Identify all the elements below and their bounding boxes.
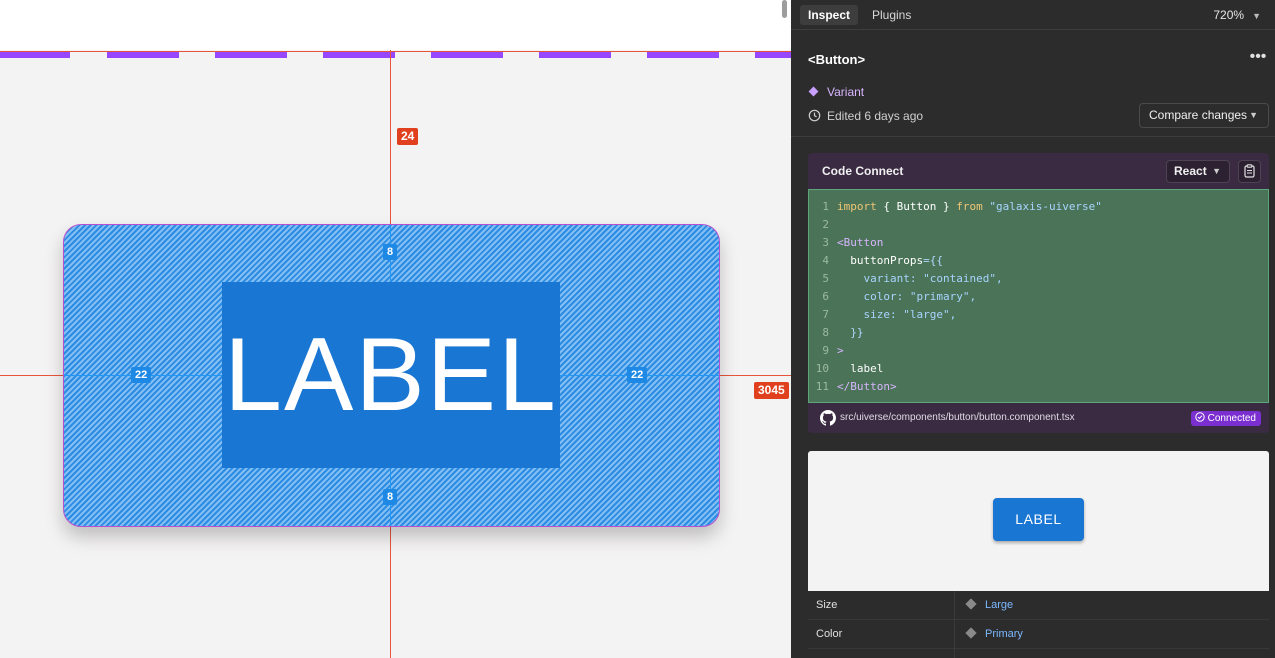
- code-connect-card: Code Connect React ▼ 1 import { Button } …: [808, 153, 1269, 433]
- clipboard-icon: [1244, 164, 1255, 178]
- code-line: 11 </Button>: [815, 380, 897, 393]
- property-value: Large: [985, 599, 1014, 611]
- zoom-level: 720%: [1213, 8, 1245, 22]
- chevron-down-icon: ▼: [1212, 166, 1221, 176]
- frame-boundary-dash: [107, 52, 179, 58]
- more-options-icon[interactable]: •••: [1247, 49, 1269, 68]
- code-line: 9 >: [822, 344, 844, 357]
- canvas-top-area: [0, 0, 791, 50]
- file-path-link[interactable]: src/uiverse/components/button/button.com…: [840, 412, 1075, 423]
- inspect-panel: Inspect Plugins 720% ▼ <Button> ••• Varia…: [791, 0, 1275, 658]
- divider: [954, 620, 955, 649]
- padding-badge-top: 8: [383, 244, 398, 260]
- panel-header: Inspect Plugins 720% ▼: [791, 0, 1275, 30]
- tab-inspect[interactable]: Inspect: [800, 5, 859, 25]
- code-line: 3 <Button: [822, 236, 884, 249]
- code-line: 7 size: "large",: [822, 308, 957, 321]
- frame-boundary-dash: [215, 52, 287, 58]
- canvas-scrollbar[interactable]: [782, 0, 787, 18]
- frame-boundary-dash: [539, 52, 611, 58]
- property-name: Color: [816, 628, 843, 640]
- framework-label: React: [1174, 164, 1207, 178]
- code-line: 2: [822, 218, 829, 231]
- measure-badge-right: 3045: [754, 382, 789, 399]
- code-line: 10 label: [815, 362, 884, 375]
- github-icon: [820, 410, 836, 426]
- code-snippet[interactable]: 1 import { Button } from "galaxis-uiverse…: [808, 189, 1269, 403]
- compare-changes-label: Compare changes: [1149, 108, 1248, 122]
- code-line: 6 color: "primary",: [822, 290, 977, 303]
- chevron-down-icon: ▼: [1249, 110, 1258, 120]
- divider: [954, 649, 955, 658]
- property-value-link[interactable]: Large: [965, 598, 1014, 611]
- history-icon: [808, 109, 821, 122]
- component-preview: LABEL: [808, 451, 1269, 591]
- edited-info: Edited 6 days ago: [808, 109, 923, 123]
- variant-link[interactable]: Variant: [808, 85, 865, 99]
- variant-diamond-icon: [965, 627, 977, 639]
- zoom-dropdown[interactable]: 720% ▼: [1213, 5, 1261, 26]
- variant-diamond-icon: [965, 598, 977, 610]
- frame-boundary-dash: [0, 52, 70, 58]
- property-row: [808, 649, 1269, 658]
- property-value-link[interactable]: Primary: [965, 627, 1023, 640]
- code-line: 1 import { Button } from "galaxis-uiverse…: [822, 200, 1102, 213]
- padding-badge-left: 22: [131, 367, 152, 383]
- property-name: Size: [816, 599, 838, 611]
- code-line: 8 }}: [822, 326, 864, 339]
- padding-badge-bottom: 8: [383, 489, 398, 505]
- frame-boundary-dash: [647, 52, 719, 58]
- frame-boundary-dash: [431, 52, 503, 58]
- divider: [791, 136, 1275, 137]
- compare-changes-button[interactable]: Compare changes ▼: [1139, 103, 1269, 128]
- code-line: 4 buttonProps={{: [822, 254, 943, 267]
- padding-badge-right: 22: [627, 367, 648, 383]
- design-canvas[interactable]: LABEL 24 3045 8 8 22 22: [0, 0, 791, 658]
- property-row-color: Color Primary: [808, 620, 1269, 649]
- code-connect-title: Code Connect: [822, 164, 904, 178]
- component-title: <Button>: [808, 52, 866, 67]
- property-row-size: Size Large: [808, 591, 1269, 620]
- property-value: Primary: [985, 628, 1023, 640]
- code-line: 5 variant: "contained",: [822, 272, 1003, 285]
- chevron-down-icon: ▼: [1252, 11, 1261, 21]
- variant-label: Variant: [827, 85, 865, 99]
- connected-label: Connected: [1207, 413, 1256, 424]
- measure-badge-top: 24: [397, 128, 419, 145]
- guide-line-top: [0, 51, 791, 52]
- preview-button: LABEL: [993, 498, 1084, 541]
- edited-text: Edited 6 days ago: [827, 109, 924, 123]
- tab-plugins[interactable]: Plugins: [864, 5, 919, 25]
- variant-diamond-icon: [808, 86, 819, 97]
- connected-status-badge: Connected: [1190, 411, 1261, 426]
- code-connect-footer: src/uiverse/components/button/button.com…: [808, 403, 1269, 433]
- button-label-content[interactable]: LABEL: [222, 282, 560, 468]
- framework-select[interactable]: React ▼: [1166, 160, 1230, 183]
- copy-code-button[interactable]: [1238, 160, 1261, 183]
- frame-boundary-dash: [323, 52, 395, 58]
- check-circle-icon: [1194, 412, 1205, 422]
- frame-boundary-dash: [755, 52, 791, 58]
- divider: [954, 591, 955, 620]
